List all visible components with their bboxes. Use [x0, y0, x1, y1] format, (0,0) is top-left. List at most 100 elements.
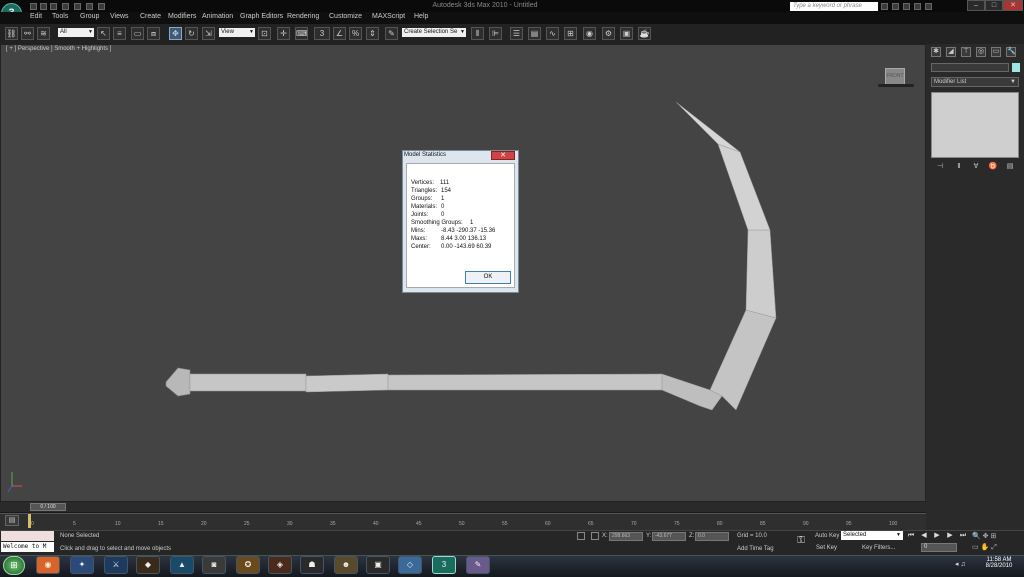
- scythe-blade[interactable]: [675, 101, 777, 411]
- menu-animation[interactable]: Animation: [202, 13, 233, 20]
- app-icon[interactable]: ✪: [236, 556, 260, 574]
- set-key-button[interactable]: Set Key: [816, 545, 837, 551]
- app-icon[interactable]: ◙: [202, 556, 226, 574]
- app-icon[interactable]: ✦: [70, 556, 94, 574]
- select-by-name-icon[interactable]: ≡: [113, 27, 126, 40]
- minimize-button[interactable]: –: [967, 0, 985, 11]
- select-object-icon[interactable]: ↖: [97, 27, 110, 40]
- menu-modifiers[interactable]: Modifiers: [168, 13, 196, 20]
- maximize-button[interactable]: □: [985, 0, 1003, 11]
- make-unique-icon[interactable]: ∀: [971, 162, 981, 171]
- key-mode-dropdown[interactable]: Selected ▼: [841, 531, 903, 540]
- go-to-start-icon[interactable]: ⏮: [906, 531, 916, 540]
- undo-icon[interactable]: [62, 3, 69, 10]
- dialog-close-button[interactable]: ✕: [491, 151, 515, 160]
- mini-curve-editor-icon[interactable]: ▤: [5, 515, 19, 526]
- menu-graph-editors[interactable]: Graph Editors: [240, 13, 283, 20]
- bind-to-space-warp-icon[interactable]: ≋: [37, 27, 50, 40]
- pivot-center-icon[interactable]: ⊡: [258, 27, 271, 40]
- object-color-swatch[interactable]: [1012, 63, 1020, 72]
- 3ds-max-taskbar-icon[interactable]: 3: [432, 556, 456, 574]
- time-slider-thumb[interactable]: 0 / 100: [30, 503, 66, 511]
- menu-group[interactable]: Group: [80, 13, 99, 20]
- z-coordinate-field[interactable]: 0.0: [695, 532, 729, 541]
- spinner-snap-icon[interactable]: ⇕: [366, 27, 379, 40]
- utilities-tab-icon[interactable]: 🔧: [1006, 47, 1016, 57]
- current-frame-field[interactable]: 0: [921, 543, 957, 552]
- configure-modifier-sets-icon[interactable]: ▤: [1005, 162, 1015, 171]
- app-icon[interactable]: ◇: [398, 556, 422, 574]
- menu-customize[interactable]: Customize: [329, 13, 362, 20]
- taskbar-clock[interactable]: 11:58 AM 8/28/2010: [976, 557, 1022, 569]
- reference-coordinate-dropdown[interactable]: View ▼: [219, 28, 255, 37]
- viewport-nav-controls[interactable]: 🔍 ✥ ⊞ ▭ ✋ ⤢: [972, 531, 1022, 553]
- go-to-end-icon[interactable]: ⏭: [958, 531, 968, 540]
- help-icon[interactable]: [925, 3, 932, 10]
- menu-views[interactable]: Views: [110, 13, 129, 20]
- layer-manager-icon[interactable]: ☰: [510, 27, 523, 40]
- add-time-tag[interactable]: Add Time Tag: [737, 546, 774, 552]
- hold-icon[interactable]: [86, 3, 93, 10]
- unlink-icon[interactable]: ⚯: [21, 27, 34, 40]
- menu-maxscript[interactable]: MAXScript: [372, 13, 405, 20]
- app-icon[interactable]: ☻: [334, 556, 358, 574]
- graphite-ribbon-icon[interactable]: ▤: [528, 27, 541, 40]
- absolute-mode-icon[interactable]: [591, 532, 599, 540]
- maxscript-listener-output[interactable]: Welcome to M: [1, 542, 54, 552]
- save-file-icon[interactable]: [50, 3, 57, 10]
- menu-create[interactable]: Create: [140, 13, 161, 20]
- modify-tab-icon[interactable]: ◢: [946, 47, 956, 57]
- motion-tab-icon[interactable]: ◎: [976, 47, 986, 57]
- named-selection-dropdown[interactable]: Create Selection Se ▼: [402, 28, 466, 37]
- system-tray-icons[interactable]: ◂ ♫: [955, 560, 973, 570]
- create-tab-icon[interactable]: ✱: [931, 47, 941, 57]
- hierarchy-tab-icon[interactable]: ⊤: [961, 47, 971, 57]
- redo-icon[interactable]: [74, 3, 81, 10]
- remove-modifier-icon[interactable]: ♉: [988, 162, 998, 171]
- project-folder-icon[interactable]: [98, 3, 105, 10]
- select-and-link-icon[interactable]: ⛓: [5, 27, 18, 40]
- schematic-view-icon[interactable]: ⊞: [564, 27, 577, 40]
- select-and-rotate-icon[interactable]: ↻: [185, 27, 198, 40]
- paint-icon[interactable]: ✎: [466, 556, 490, 574]
- ok-button[interactable]: OK: [465, 271, 511, 284]
- select-manipulate-icon[interactable]: ✛: [277, 27, 290, 40]
- play-icon[interactable]: ▶: [932, 531, 942, 540]
- menu-rendering[interactable]: Rendering: [287, 13, 319, 20]
- app-icon[interactable]: ◈: [268, 556, 292, 574]
- previous-frame-icon[interactable]: ◀: [919, 531, 929, 540]
- y-coordinate-field[interactable]: -43.677: [652, 532, 686, 541]
- display-tab-icon[interactable]: ▭: [991, 47, 1001, 57]
- new-file-icon[interactable]: [30, 3, 37, 10]
- object-name-field[interactable]: [931, 63, 1009, 72]
- time-slider[interactable]: [0, 502, 926, 512]
- curve-editor-icon[interactable]: ∿: [546, 27, 559, 40]
- app-icon[interactable]: ◆: [136, 556, 160, 574]
- app-icon[interactable]: ▣: [366, 556, 390, 574]
- maxscript-listener-input[interactable]: [1, 531, 54, 541]
- app-icon[interactable]: ☗: [300, 556, 324, 574]
- scythe-handle[interactable]: [165, 367, 723, 411]
- app-icon[interactable]: ▲: [170, 556, 194, 574]
- firefox-icon[interactable]: ◉: [36, 556, 60, 574]
- show-end-result-icon[interactable]: Ⅱ: [954, 162, 964, 171]
- window-crossing-icon[interactable]: ⧈: [147, 27, 160, 40]
- rendered-frame-window-icon[interactable]: ▣: [620, 27, 633, 40]
- search-input[interactable]: Type a keyword or phrase: [790, 2, 878, 11]
- keyboard-shortcut-override-icon[interactable]: ⌨: [295, 27, 308, 40]
- edit-named-selection-icon[interactable]: ✎: [385, 27, 398, 40]
- selection-lock-icon[interactable]: [577, 532, 585, 540]
- render-teapot-icon[interactable]: ☕: [638, 27, 651, 40]
- menu-help[interactable]: Help: [414, 13, 428, 20]
- mirror-icon[interactable]: ⫴: [471, 27, 484, 40]
- close-button[interactable]: ✕: [1003, 0, 1023, 11]
- rectangular-selection-icon[interactable]: ▭: [131, 27, 144, 40]
- modifier-list-dropdown[interactable]: Modifier List ▼: [931, 77, 1019, 87]
- favorites-icon[interactable]: [914, 3, 921, 10]
- app-icon[interactable]: ⚔: [104, 556, 128, 574]
- pin-stack-icon[interactable]: ⊣: [935, 162, 945, 171]
- percent-snap-icon[interactable]: %: [349, 27, 362, 40]
- selection-filter-dropdown[interactable]: All ▼: [58, 28, 94, 37]
- select-and-move-icon[interactable]: ✥: [169, 27, 182, 40]
- x-coordinate-field[interactable]: 298.663: [609, 532, 643, 541]
